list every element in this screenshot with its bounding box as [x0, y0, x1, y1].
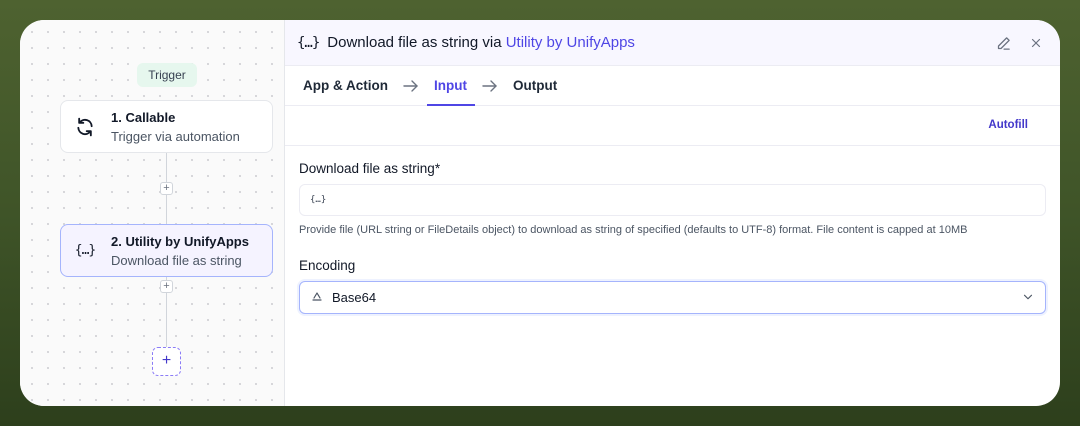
- add-step-button[interactable]: +: [152, 347, 181, 376]
- autofill-bar: Autofill: [285, 106, 1060, 146]
- add-step-between-button[interactable]: +: [160, 182, 173, 195]
- panel-header: {…} Download file as string via Utility …: [285, 20, 1060, 66]
- close-icon[interactable]: [1026, 33, 1046, 53]
- arrow-right-icon: [482, 79, 498, 92]
- trigger-badge: Trigger: [137, 63, 197, 87]
- step-title: 2. Utility by UnifyApps: [111, 233, 249, 249]
- step-title: 1. Callable: [111, 109, 176, 125]
- edit-icon[interactable]: [993, 33, 1013, 53]
- step-tabs: App & Action Input Output: [285, 66, 1060, 106]
- text-type-icon: [312, 291, 322, 304]
- step-subtitle: Trigger via automation: [111, 128, 240, 144]
- app-window: Trigger + 1. Callable Trigger via automa…: [20, 20, 1060, 406]
- panel-title: Download file as string via Utility by U…: [327, 34, 635, 51]
- chevron-down-icon: [1021, 290, 1035, 309]
- braces-icon: {…}: [74, 243, 97, 258]
- app-link[interactable]: Utility by UnifyApps: [506, 34, 635, 51]
- connector-line: [166, 293, 167, 347]
- encoding-select[interactable]: Base64: [299, 281, 1046, 314]
- arrow-right-icon: [403, 79, 419, 92]
- download-file-value: {…}: [310, 195, 327, 205]
- input-form: Download file as string* {…} Provide fil…: [285, 146, 1060, 314]
- download-field-label: Download file as string*: [299, 161, 441, 176]
- workflow-canvas[interactable]: Trigger + 1. Callable Trigger via automa…: [20, 20, 285, 406]
- connector-line: [166, 153, 167, 183]
- encoding-field-label: Encoding: [299, 258, 356, 273]
- download-file-input[interactable]: {…}: [299, 184, 1046, 216]
- tab-input[interactable]: Input: [427, 66, 475, 106]
- encoding-value: Base64: [332, 290, 377, 305]
- workflow-step-callable[interactable]: 1. Callable Trigger via automation: [60, 100, 273, 153]
- step-config-panel: {…} Download file as string via Utility …: [285, 20, 1060, 406]
- tab-app-action[interactable]: App & Action: [303, 66, 388, 106]
- step-subtitle: Download file as string: [111, 252, 242, 268]
- tab-output[interactable]: Output: [513, 66, 557, 106]
- autofill-button[interactable]: Autofill: [988, 119, 1028, 131]
- connector-line: [166, 195, 167, 224]
- download-field-hint: Provide file (URL string or FileDetails …: [299, 224, 968, 236]
- workflow-step-utility[interactable]: {…} 2. Utility by UnifyApps Download fil…: [60, 224, 273, 277]
- refresh-icon: [73, 115, 97, 139]
- add-step-between-button[interactable]: +: [160, 280, 173, 293]
- braces-icon: {…}: [297, 34, 320, 51]
